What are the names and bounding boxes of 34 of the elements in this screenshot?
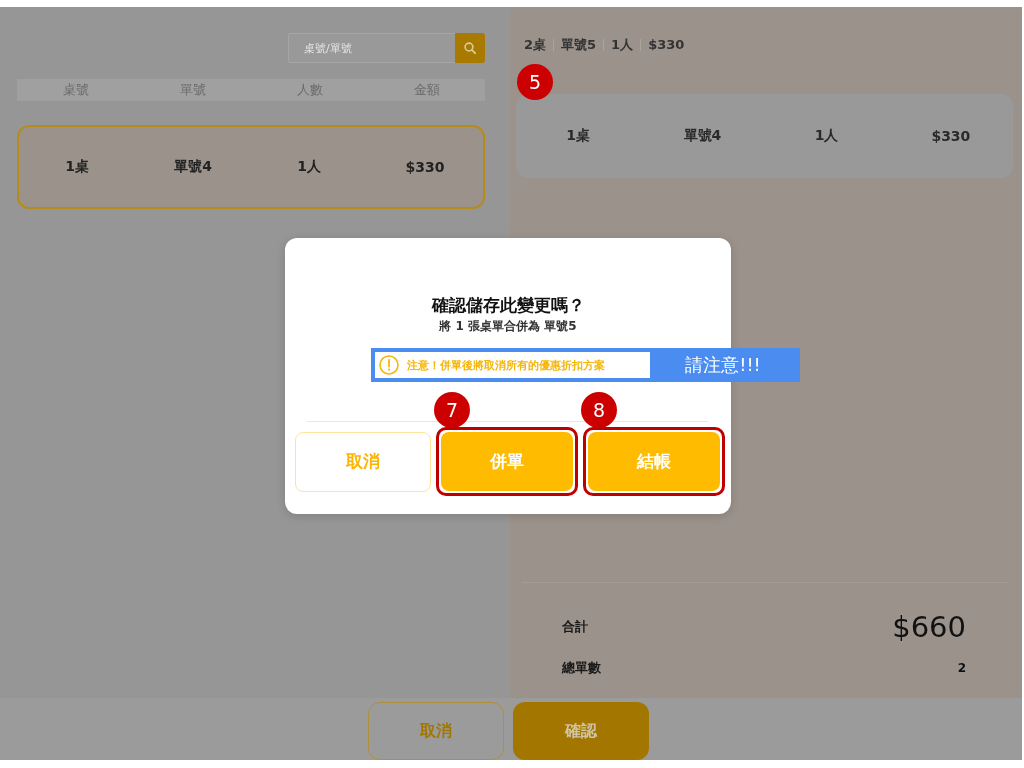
search-field[interactable]: 桌號/單號 (288, 33, 455, 63)
order-info-text: 2桌 (524, 36, 547, 54)
dialog-title: 確認儲存此變更嗎？ (431, 294, 585, 317)
dialog-message: 將 1 張桌單合併為 單號5 (439, 318, 577, 335)
warning-text: 注意！併單後將取消所有的優惠折扣方案 (407, 357, 605, 373)
summary-label: 總單數 (562, 659, 601, 677)
order-cell: 單號4 (683, 127, 722, 145)
table-cell: $330 (405, 159, 445, 175)
order-cell: $330 (931, 128, 971, 144)
summary-value: 2 (957, 660, 966, 677)
order-info-text: $330 (648, 36, 685, 54)
table-cell: 單號4 (174, 158, 212, 176)
summary-label: 合計 (562, 618, 588, 636)
search-button[interactable] (455, 33, 485, 63)
footer-button[interactable]: 確認 (512, 702, 649, 760)
footer-button[interactable]: 取消 (367, 702, 504, 760)
number-badge: 7 (434, 392, 470, 428)
dialog-button[interactable]: 併單 (441, 432, 573, 491)
order-cell: 1桌 (566, 127, 590, 145)
table-cell: 1桌 (65, 158, 89, 176)
table-row[interactable]: 1桌 單號4 1人 $330 (17, 125, 485, 209)
exclamation-circle-icon (379, 355, 399, 375)
order-info-text: 1人 (611, 36, 634, 54)
dialog-button[interactable]: 取消 (295, 431, 431, 492)
table-cell: 1人 (297, 158, 321, 176)
order-cell: 1人 (814, 127, 839, 145)
order-info-text: 單號5 (561, 36, 597, 54)
search-icon (464, 42, 476, 54)
summary-value: $660 (892, 609, 966, 645)
order-card[interactable]: 1桌 單號4 1人 $330 (516, 94, 1013, 178)
dialog-button[interactable]: 結帳 (588, 432, 720, 491)
number-badge: 8 (581, 392, 617, 428)
callout-text: 請注意!!! (684, 353, 762, 377)
number-badge: 5 (517, 64, 553, 100)
